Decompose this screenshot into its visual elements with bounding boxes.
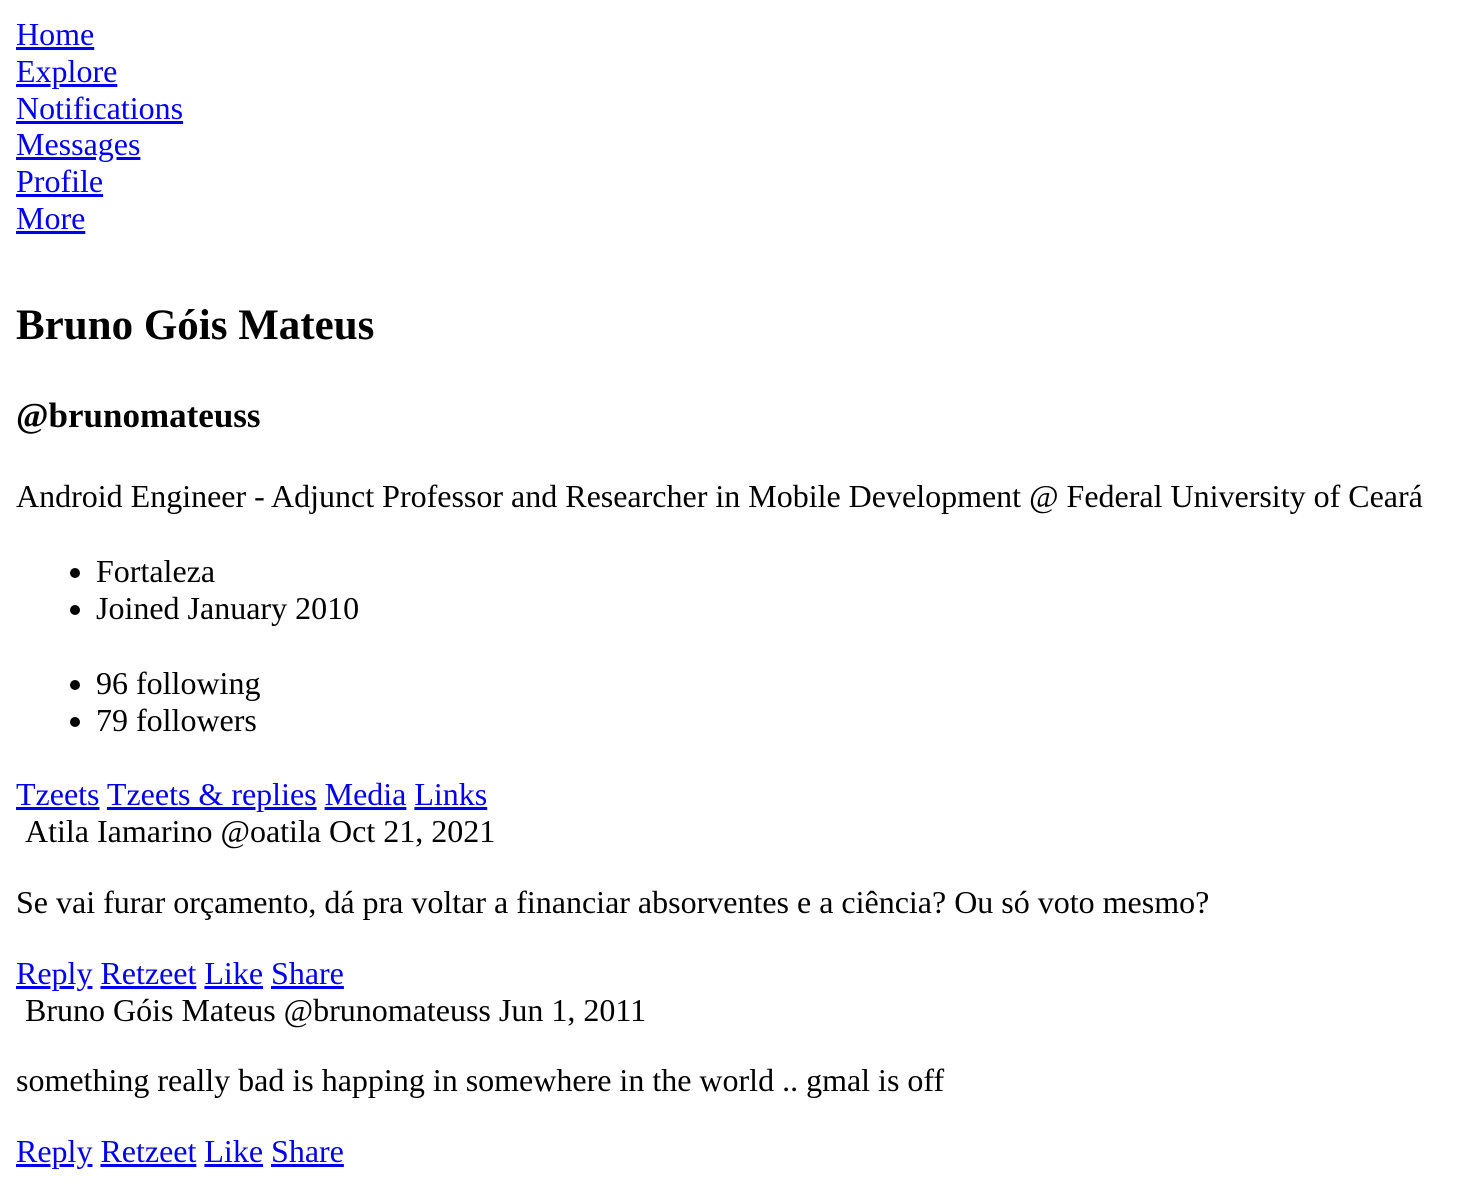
tweet-actions: Reply Retzeet Like Share (16, 955, 1462, 992)
tweet-author: Bruno Góis Mateus (25, 992, 276, 1028)
like-link[interactable]: Like (204, 955, 263, 991)
profile-joined-date: Joined January 2010 (96, 590, 1462, 627)
nav-item-profile[interactable]: Profile (16, 163, 1462, 200)
profile-bio: Android Engineer - Adjunct Professor and… (16, 478, 1462, 515)
profile-followers-count: 79 followers (96, 702, 1462, 739)
nav-item-explore[interactable]: Explore (16, 53, 1462, 90)
tweet-date: Oct 21, 2021 (329, 813, 495, 849)
reply-link[interactable]: Reply (16, 1133, 92, 1169)
tweet-item: Bruno Góis Mateus @brunomateuss Jun 1, 2… (16, 992, 1462, 1170)
retzeet-link[interactable]: Retzeet (100, 955, 196, 991)
profile-following-count: 96 following (96, 665, 1462, 702)
tweet-author-handle: @brunomateuss (284, 992, 491, 1028)
tweet-date: Jun 1, 2011 (499, 992, 646, 1028)
profile-location: Fortaleza (96, 553, 1462, 590)
tab-tzeets-and-replies[interactable]: Tzeets & replies (107, 776, 317, 812)
profile-section: Bruno Góis Mateus @brunomateuss Android … (16, 301, 1462, 739)
profile-name: Bruno Góis Mateus (16, 301, 1462, 350)
tweet-feed: Atila Iamarino @oatila Oct 21, 2021 Se v… (16, 813, 1462, 1170)
profile-handle: @brunomateuss (16, 396, 1462, 436)
profile-meta-list: Fortaleza Joined January 2010 (16, 553, 1462, 627)
like-link[interactable]: Like (204, 1133, 263, 1169)
profile-tabs: Tzeets Tzeets & replies Media Links (16, 776, 1462, 813)
tweet-author: Atila Iamarino (25, 813, 212, 849)
tweet-text: Se vai furar orçamento, dá pra voltar a … (16, 884, 1462, 921)
share-link[interactable]: Share (271, 955, 344, 991)
tab-media[interactable]: Media (325, 776, 407, 812)
nav-item-notifications[interactable]: Notifications (16, 90, 1462, 127)
tweet-text: something really bad is happing in somew… (16, 1062, 1462, 1099)
tweet-actions: Reply Retzeet Like Share (16, 1133, 1462, 1170)
retzeet-link[interactable]: Retzeet (100, 1133, 196, 1169)
tweet-item: Atila Iamarino @oatila Oct 21, 2021 Se v… (16, 813, 1462, 991)
tab-links[interactable]: Links (414, 776, 487, 812)
nav-item-more[interactable]: More (16, 200, 1462, 237)
tab-tzeets[interactable]: Tzeets (16, 776, 100, 812)
share-link[interactable]: Share (271, 1133, 344, 1169)
tweet-header: Atila Iamarino @oatila Oct 21, 2021 (16, 813, 1462, 850)
main-nav: Home Explore Notifications Messages Prof… (16, 16, 1462, 237)
tweet-header: Bruno Góis Mateus @brunomateuss Jun 1, 2… (16, 992, 1462, 1029)
tweet-author-handle: @oatila (220, 813, 321, 849)
nav-item-home[interactable]: Home (16, 16, 1462, 53)
nav-item-messages[interactable]: Messages (16, 126, 1462, 163)
reply-link[interactable]: Reply (16, 955, 92, 991)
profile-stats-list: 96 following 79 followers (16, 665, 1462, 739)
